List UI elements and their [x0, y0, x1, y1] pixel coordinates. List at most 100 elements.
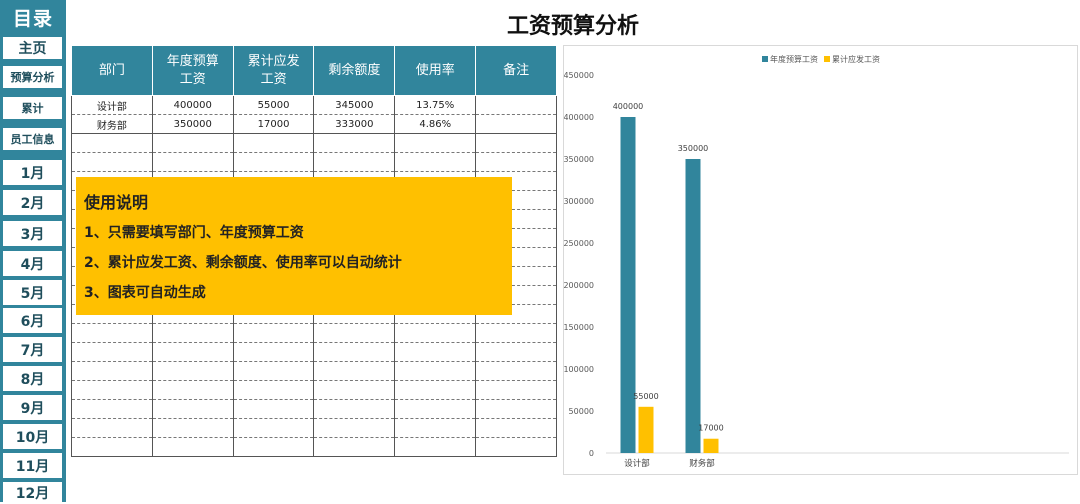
y-tick-label: 100000	[564, 365, 594, 374]
table-cell[interactable]: 400000	[151, 95, 234, 115]
bar	[703, 438, 719, 453]
sidebar-item-month-12[interactable]: 12月	[3, 482, 62, 504]
table-cell[interactable]	[475, 437, 557, 457]
table-cell[interactable]	[313, 323, 396, 343]
sidebar-item-cumulative[interactable]: 累计	[3, 97, 62, 119]
table-cell[interactable]	[475, 380, 557, 400]
table-cell[interactable]	[394, 152, 477, 172]
table-cell[interactable]	[71, 418, 153, 438]
table-cell[interactable]	[394, 418, 477, 438]
sidebar-item-month-1[interactable]: 1月	[3, 160, 62, 185]
table-row	[71, 133, 557, 153]
table-cell[interactable]	[71, 399, 153, 419]
sidebar-item-month-4[interactable]: 4月	[3, 251, 62, 276]
table-cell[interactable]	[151, 323, 234, 343]
instruction-line-2: 2、累计应发工资、剩余额度、使用率可以自动统计	[84, 255, 402, 271]
sidebar-item-month-9[interactable]: 9月	[3, 395, 62, 420]
table-cell[interactable]	[313, 342, 396, 362]
table-cell[interactable]	[313, 152, 396, 172]
bar	[638, 406, 654, 453]
table-row	[71, 437, 557, 457]
table-cell[interactable]	[475, 152, 557, 172]
table-cell[interactable]	[151, 342, 234, 362]
sidebar-item-month-7[interactable]: 7月	[3, 337, 62, 362]
y-tick-label: 0	[589, 449, 594, 458]
table-cell[interactable]	[71, 323, 153, 343]
table-cell[interactable]	[151, 437, 234, 457]
header-department: 部门	[71, 45, 153, 96]
sidebar-item-home[interactable]: 主页	[3, 37, 62, 59]
table-cell[interactable]	[232, 418, 315, 438]
table-cell[interactable]	[151, 380, 234, 400]
table-cell[interactable]	[313, 437, 396, 457]
table-cell[interactable]	[313, 418, 396, 438]
table-cell[interactable]	[232, 361, 315, 381]
sidebar: 目录 主页 预算分析 累计 员工信息 1月 2月 3月 4月 5月 6月 7月 …	[0, 0, 66, 504]
table-cell[interactable]	[232, 399, 315, 419]
table-cell[interactable]	[151, 152, 234, 172]
table-cell[interactable]: 345000	[313, 95, 396, 115]
table-cell[interactable]	[151, 133, 234, 153]
table-cell[interactable]: 财务部	[71, 114, 153, 134]
table-cell[interactable]	[71, 152, 153, 172]
table-cell[interactable]	[71, 437, 153, 457]
table-cell[interactable]	[475, 342, 557, 362]
table-cell[interactable]	[232, 133, 315, 153]
table-cell[interactable]	[232, 380, 315, 400]
table-cell[interactable]	[232, 152, 315, 172]
table-cell[interactable]	[313, 399, 396, 419]
table-cell[interactable]	[232, 437, 315, 457]
table-cell[interactable]	[71, 342, 153, 362]
table-cell[interactable]	[232, 342, 315, 362]
sidebar-item-employee-info[interactable]: 员工信息	[3, 128, 62, 150]
bar-value-label: 55000	[633, 392, 658, 401]
table-row	[71, 418, 557, 438]
table-cell[interactable]	[394, 323, 477, 343]
table-cell[interactable]	[475, 95, 557, 115]
x-tick-label: 财务部	[689, 458, 715, 469]
table-cell[interactable]	[394, 133, 477, 153]
table-cell[interactable]	[475, 418, 557, 438]
x-tick-label: 设计部	[624, 458, 650, 469]
sidebar-item-month-8[interactable]: 8月	[3, 366, 62, 391]
table-cell[interactable]	[313, 380, 396, 400]
table-cell[interactable]	[232, 323, 315, 343]
instructions-note: 使用说明 1、只需要填写部门、年度预算工资 2、累计应发工资、剩余额度、使用率可…	[76, 177, 512, 315]
table-cell[interactable]	[394, 342, 477, 362]
table-cell[interactable]: 设计部	[71, 95, 153, 115]
table-cell[interactable]	[394, 399, 477, 419]
table-cell[interactable]	[151, 418, 234, 438]
table-cell[interactable]	[394, 361, 477, 381]
table-cell[interactable]	[313, 361, 396, 381]
table-row: 财务部 350000 17000 333000 4.86%	[71, 114, 557, 134]
table-cell[interactable]	[475, 133, 557, 153]
sidebar-item-month-10[interactable]: 10月	[3, 424, 62, 449]
table-cell[interactable]	[475, 114, 557, 134]
table-cell[interactable]	[394, 380, 477, 400]
sidebar-item-month-11[interactable]: 11月	[3, 453, 62, 478]
sidebar-item-month-5[interactable]: 5月	[3, 280, 62, 305]
table-cell[interactable]	[475, 323, 557, 343]
sidebar-item-budget-analysis[interactable]: 预算分析	[3, 66, 62, 88]
table-cell[interactable]: 55000	[232, 95, 315, 115]
table-cell[interactable]: 333000	[313, 114, 396, 134]
table-cell[interactable]	[475, 361, 557, 381]
table-cell[interactable]: 350000	[151, 114, 234, 134]
table-cell[interactable]	[313, 133, 396, 153]
sidebar-item-month-3[interactable]: 3月	[3, 221, 62, 246]
table-cell[interactable]	[475, 399, 557, 419]
header-cumulative-pay: 累计应发工资	[232, 45, 315, 96]
table-cell[interactable]	[71, 133, 153, 153]
table-cell[interactable]	[394, 437, 477, 457]
table-cell[interactable]	[151, 361, 234, 381]
table-cell[interactable]: 17000	[232, 114, 315, 134]
table-cell[interactable]: 13.75%	[394, 95, 477, 115]
sidebar-item-month-6[interactable]: 6月	[3, 308, 62, 333]
budget-chart-panel[interactable]: 0 50000 100000 150000 200000 250000 300000 3500…	[563, 45, 1078, 475]
table-cell[interactable]	[151, 399, 234, 419]
sidebar-item-month-2[interactable]: 2月	[3, 190, 62, 215]
table-cell[interactable]: 4.86%	[394, 114, 477, 134]
budget-bar-chart: 0 50000 100000 150000 200000 250000 300000 3500…	[563, 54, 1069, 469]
table-cell[interactable]	[71, 361, 153, 381]
table-cell[interactable]	[71, 380, 153, 400]
